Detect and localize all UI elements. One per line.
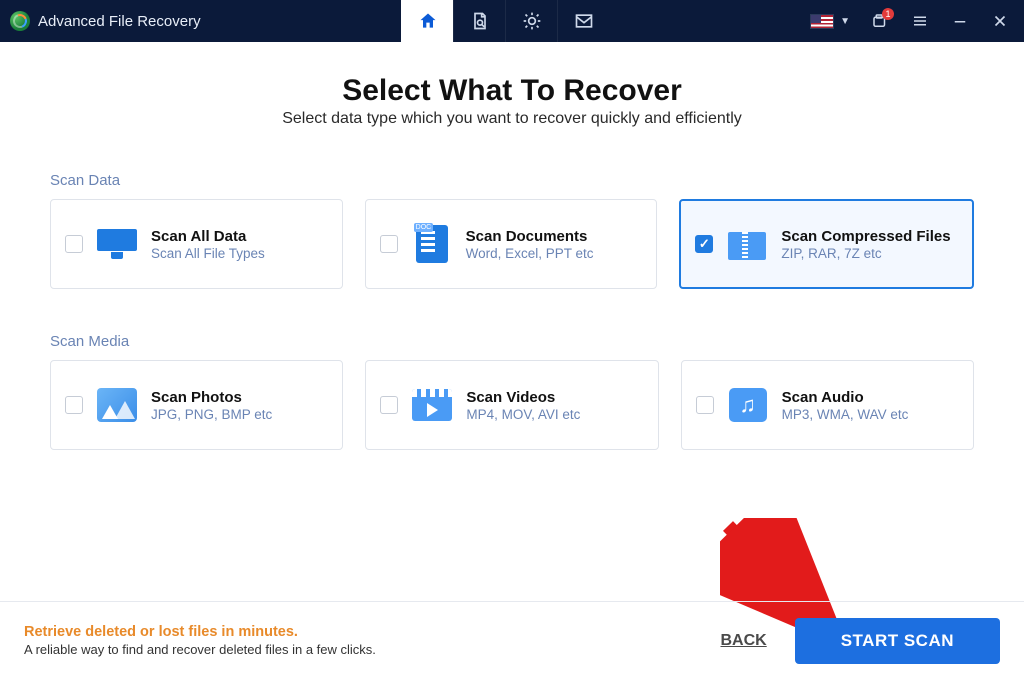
settings-tab[interactable] [505,0,557,42]
notifications-button[interactable]: 1 [862,0,898,42]
card-subtitle: MP3, WMA, WAV etc [782,407,909,422]
footer-headline: Retrieve deleted or lost files in minute… [24,624,376,640]
card-subtitle: JPG, PNG, BMP etc [151,407,272,422]
footer-subtext: A reliable way to find and recover delet… [24,642,376,657]
app-title: Advanced File Recovery [38,13,201,30]
footer: Retrieve deleted or lost files in minute… [0,601,1024,679]
document-icon [412,224,452,264]
monitor-icon [97,224,137,264]
page-subtitle: Select data type which you want to recov… [50,110,974,128]
card-subtitle: ZIP, RAR, 7Z etc [781,246,950,261]
minimize-button[interactable] [942,0,978,42]
checkbox-scan-audio[interactable] [696,396,714,414]
card-title: Scan Audio [782,389,909,406]
section-label-scan-media: Scan Media [50,333,974,350]
card-title: Scan Videos [466,389,580,406]
back-button[interactable]: BACK [720,632,766,650]
card-subtitle: Scan All File Types [151,246,265,261]
checkbox-scan-all-data[interactable] [65,235,83,253]
card-scan-compressed-files[interactable]: Scan Compressed Files ZIP, RAR, 7Z etc [679,199,974,289]
chevron-down-icon[interactable]: ▼ [840,16,850,27]
photo-icon [97,385,137,425]
home-icon [418,11,438,31]
card-subtitle: Word, Excel, PPT etc [466,246,594,261]
card-subtitle: MP4, MOV, AVI etc [466,407,580,422]
checkbox-scan-compressed-files[interactable] [695,235,713,253]
close-button[interactable] [982,0,1018,42]
feedback-tab[interactable] [557,0,609,42]
start-scan-button[interactable]: START SCAN [795,618,1000,664]
card-title: Scan Photos [151,389,272,406]
language-flag-icon[interactable] [810,14,834,29]
app-logo-icon [10,11,30,31]
card-scan-photos[interactable]: Scan Photos JPG, PNG, BMP etc [50,360,343,450]
close-icon [991,12,1009,30]
search-tab[interactable] [453,0,505,42]
home-tab[interactable] [401,0,453,42]
search-doc-icon [470,11,490,31]
card-scan-all-data[interactable]: Scan All Data Scan All File Types [50,199,343,289]
audio-icon [728,385,768,425]
page-title: Select What To Recover [50,74,974,108]
zip-folder-icon [727,224,767,264]
card-title: Scan All Data [151,228,265,245]
checkbox-scan-documents[interactable] [380,235,398,253]
card-scan-documents[interactable]: Scan Documents Word, Excel, PPT etc [365,199,658,289]
section-label-scan-data: Scan Data [50,172,974,189]
card-scan-audio[interactable]: Scan Audio MP3, WMA, WAV etc [681,360,974,450]
gear-icon [522,11,542,31]
checkbox-scan-videos[interactable] [380,396,398,414]
card-title: Scan Compressed Files [781,228,950,245]
video-icon [412,385,452,425]
notification-badge: 1 [882,8,894,20]
card-scan-videos[interactable]: Scan Videos MP4, MOV, AVI etc [365,360,658,450]
minimize-icon [951,12,969,30]
hamburger-icon [911,12,929,30]
card-title: Scan Documents [466,228,594,245]
checkbox-scan-photos[interactable] [65,396,83,414]
titlebar: Advanced File Recovery ▼ 1 [0,0,1024,42]
mail-icon [574,11,594,31]
menu-button[interactable] [902,0,938,42]
